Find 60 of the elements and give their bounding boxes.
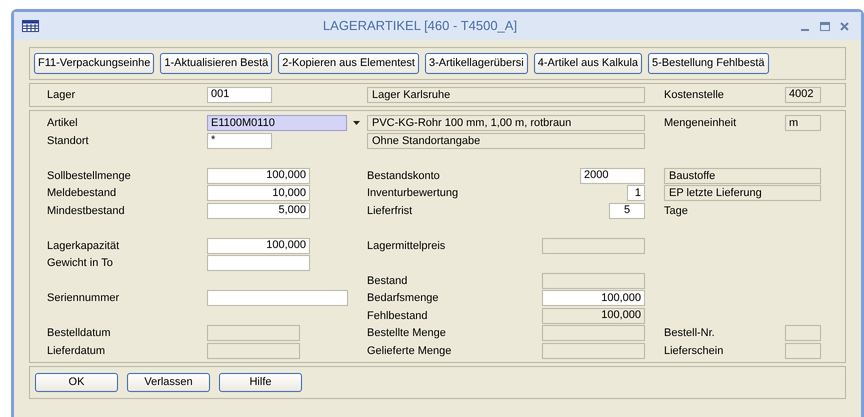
field-label: Standort xyxy=(47,134,90,148)
dialog-button[interactable]: OK xyxy=(35,372,118,392)
readonly-field: m xyxy=(785,115,821,132)
readonly-field: 4002 xyxy=(785,86,821,103)
input-field[interactable]: 1 xyxy=(627,185,645,202)
input-field[interactable] xyxy=(207,255,310,272)
table-icon xyxy=(22,20,39,32)
dialog-button[interactable]: Hilfe xyxy=(219,372,302,392)
input-field[interactable]: 10,000 xyxy=(207,185,310,202)
input-field[interactable]: * xyxy=(207,132,272,149)
field-label: Bestandskonto xyxy=(367,168,441,184)
window-title: LAGERARTIKEL [460 - T4500_A] xyxy=(322,17,518,36)
input-field[interactable]: 100,000 xyxy=(207,168,310,184)
field-label: Artikel xyxy=(47,116,79,131)
input-field[interactable]: 001 xyxy=(207,86,272,103)
field-label: Lagermittelpreis xyxy=(367,238,446,254)
toolbar-button[interactable]: 2-Kopieren aus Elementest xyxy=(278,53,419,74)
toolbar-button[interactable]: 5-Bestellung Fehlbestä xyxy=(648,53,769,74)
input-field[interactable]: 5,000 xyxy=(207,202,310,219)
field-label: Meldebestand xyxy=(47,186,118,201)
toolbar-button[interactable]: 4-Artikel aus Kalkula xyxy=(534,53,642,74)
toolbar-button[interactable]: 3-Artikellagerübersi xyxy=(424,53,528,74)
field-label: Sollbestellmenge xyxy=(47,168,132,184)
field-label: Kostenstelle xyxy=(664,88,725,102)
dialog-button[interactable]: Verlassen xyxy=(127,372,210,392)
close-icon[interactable] xyxy=(840,22,849,30)
field-label: Lager xyxy=(47,88,76,102)
maximize-icon[interactable] xyxy=(820,22,830,30)
input-field[interactable]: 100,000 xyxy=(542,290,645,306)
field-label: Bestand xyxy=(367,274,408,288)
field-label: Bedarfsmenge xyxy=(367,291,440,306)
info-box: Ohne Standortangabe xyxy=(367,132,645,149)
field-label: Gelieferte Menge xyxy=(367,344,452,358)
field-label: Inventurbewertung xyxy=(367,186,460,201)
input-field[interactable]: 2000 xyxy=(580,168,645,184)
field-label: Lieferdatum xyxy=(47,344,106,358)
field-label: Mengeneinheit xyxy=(664,116,738,131)
toolbar-button[interactable]: F11-Verpackungseinhe xyxy=(34,53,154,74)
field-label: Seriennummer xyxy=(47,291,120,306)
info-box: EP letzte Lieferung xyxy=(664,185,821,202)
field-label: Fehlbestand xyxy=(367,308,429,324)
input-field[interactable]: E1100M0110 xyxy=(207,115,347,132)
input-field[interactable]: 5 xyxy=(609,202,645,219)
readonly-field: 100,000 xyxy=(542,308,645,324)
input-field[interactable] xyxy=(207,290,348,306)
field-label: Mindestbestand xyxy=(47,204,126,218)
input-field[interactable]: 100,000 xyxy=(207,238,310,254)
field-label: Gewicht in To xyxy=(47,256,114,271)
info-box: Baustoffe xyxy=(664,168,821,184)
field-label: Lieferfrist xyxy=(367,204,414,218)
field-label: Tage xyxy=(664,204,688,218)
field-label: Bestellte Menge xyxy=(367,326,447,341)
info-box: PVC-KG-Rohr 100 mm, 1,00 m, rotbraun xyxy=(367,115,645,132)
field-label: Lagerkapazität xyxy=(47,238,120,254)
field-label: Bestelldatum xyxy=(47,326,112,341)
toolbar-button[interactable]: 1-Aktualisieren Bestä xyxy=(160,53,272,74)
field-label: Bestell-Nr. xyxy=(664,326,716,341)
info-box: Lager Karlsruhe xyxy=(367,86,645,103)
dropdown-arrow-icon[interactable] xyxy=(353,121,360,126)
field-label: Lieferschein xyxy=(664,344,724,358)
